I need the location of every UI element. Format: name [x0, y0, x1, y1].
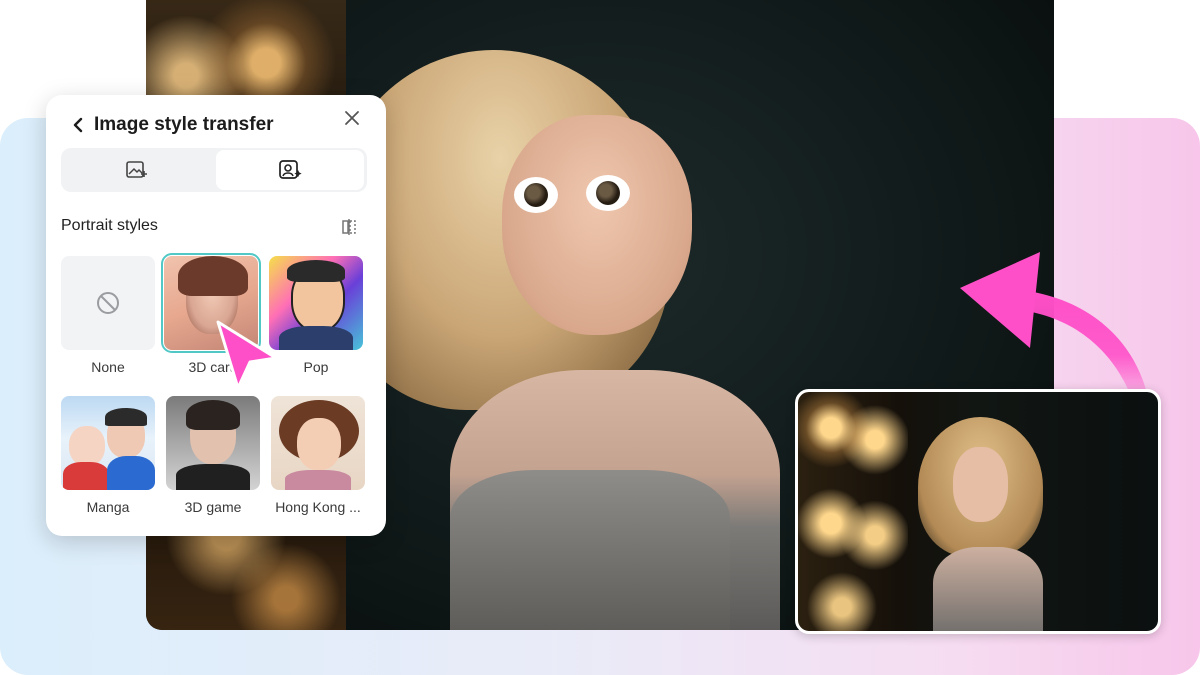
bokeh-lights: [798, 392, 908, 631]
image-style-transfer-panel: Image style transfer Portrait styles Non…: [46, 95, 386, 536]
tab-image-style[interactable]: [61, 148, 213, 192]
thumb-game-body: [176, 464, 250, 490]
portrait-style-icon: [279, 160, 302, 179]
cartoon-face: [502, 115, 692, 335]
thumb-pop-hair: [287, 260, 345, 282]
cartoon-dress: [450, 470, 730, 630]
cartoon-eye-left: [514, 177, 558, 213]
cartoon-eye-right: [586, 175, 630, 211]
section-title: Portrait styles: [61, 217, 158, 234]
mode-tabs: [61, 148, 367, 192]
original-photo-thumbnail: [795, 389, 1161, 634]
image-add-icon: [126, 161, 147, 178]
original-body: [933, 547, 1043, 631]
thumb-hk-body: [285, 470, 351, 490]
tab-portrait-style[interactable]: [214, 148, 366, 192]
thumb-hk-face: [297, 418, 341, 470]
thumb-manga-face-left: [69, 426, 105, 466]
thumb-cartoon-hair: [178, 256, 248, 296]
panel-title: Image style transfer: [94, 114, 274, 135]
no-style-icon: [97, 292, 119, 314]
close-button[interactable]: [341, 107, 363, 129]
original-face: [953, 447, 1008, 522]
style-tile-pop[interactable]: [269, 256, 363, 350]
style-tile-none[interactable]: [61, 256, 155, 350]
pointer-cursor-icon: [216, 320, 278, 390]
thumb-manga-jacket-left: [63, 462, 109, 490]
style-tile-manga[interactable]: [61, 396, 155, 490]
back-button[interactable]: [68, 115, 88, 135]
original-person: [918, 417, 1048, 631]
style-label-manga: Manga: [86, 499, 130, 515]
style-tile-hong-kong[interactable]: [271, 396, 365, 490]
style-tile-3d-game[interactable]: [166, 396, 260, 490]
thumb-manga-jacket-right: [107, 456, 155, 490]
style-label-none: None: [91, 359, 125, 375]
compare-icon[interactable]: [339, 217, 359, 237]
thumb-game-hair: [186, 400, 240, 430]
thumb-manga-hair: [105, 408, 147, 426]
panel-header: Image style transfer: [68, 105, 368, 145]
thumb-pop-body: [279, 326, 353, 350]
chevron-left-icon: [73, 117, 83, 133]
close-icon: [345, 111, 359, 125]
style-label-hong-kong: Hong Kong ...: [275, 499, 361, 515]
style-label-3d-game: 3D game: [184, 499, 242, 515]
